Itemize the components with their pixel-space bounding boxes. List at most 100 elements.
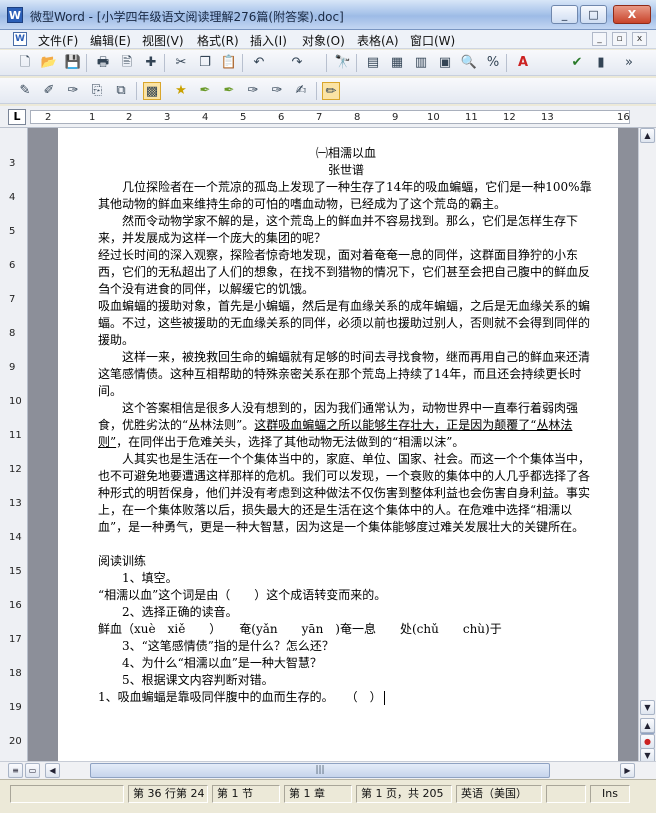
menu-window[interactable]: 窗口(W)	[410, 32, 455, 49]
chart-icon[interactable]: ▮	[592, 54, 610, 72]
paragraph-2: 然而令动物学家不解的是，这个荒岛上的鲜血并不容易找到。那么，它们是怎样生存下来，…	[98, 214, 579, 245]
spellcheck-icon[interactable]: ✔	[568, 54, 586, 72]
status-page: 第 1 页，共 205	[356, 785, 452, 803]
vruler-number: 4	[9, 192, 16, 203]
ruler-number: 8	[354, 112, 361, 123]
scroll-up-button[interactable]: ▲	[640, 128, 655, 143]
pen-5-icon[interactable]: ✍	[292, 82, 310, 100]
status-bar: 第 36 行第 24 第 1 节 第 1 章 第 1 页，共 205 英语（美国…	[0, 779, 656, 813]
new-document-icon[interactable]: 🗋	[16, 54, 34, 72]
ruler-strip[interactable]: 2 1 2 3 4 5 6 7 8 9 10 11 12 13 16	[30, 110, 630, 124]
vruler-number: 20	[9, 736, 22, 747]
vruler-number: 12	[9, 464, 22, 475]
question-3: 3、“这笔感情债”指的是什么？怎么还？	[122, 639, 334, 653]
open-folder-icon[interactable]: 📂	[40, 54, 58, 72]
redo-icon[interactable]: ↷	[288, 54, 306, 72]
close-button[interactable]: X	[613, 5, 651, 24]
copy-icon[interactable]: ❐	[196, 54, 214, 72]
toolbar-separator	[316, 82, 317, 100]
vertical-scrollbar[interactable]: ▲ ▼ ▲ ● ▼	[638, 128, 656, 763]
paste-icon[interactable]: 📋	[220, 54, 238, 72]
page-setup-icon[interactable]: ▤	[364, 54, 382, 72]
horizontal-scroll-thumb[interactable]: |||	[90, 763, 550, 778]
zoom-icon[interactable]: 🔍	[460, 54, 478, 72]
frame-icon[interactable]: ▣	[436, 54, 454, 72]
vruler-number: 7	[9, 294, 16, 305]
menu-format[interactable]: 格式(R)	[197, 32, 239, 49]
window-title: 微型Word - [小学四年级语文阅读理解276篇(附答案).doc]	[30, 10, 344, 24]
pen-mark-icon[interactable]: ✒	[196, 82, 214, 100]
document-icon[interactable]: W	[13, 32, 27, 46]
find-icon[interactable]: 🔭	[334, 54, 352, 72]
print-icon[interactable]: 🖶	[94, 54, 112, 72]
pen-3-icon[interactable]: ✑	[244, 82, 262, 100]
question-1: 1、填空。	[122, 571, 178, 585]
article-heading: ㈠相濡以血	[315, 146, 376, 160]
browse-object-icon[interactable]: ●	[640, 734, 655, 749]
more-icon[interactable]: »	[620, 54, 638, 72]
document-page[interactable]: ㈠相濡以血 张世谱 几位探险者在一个荒凉的孤岛上发现了一种生存了14年的吸血蝙蝠…	[58, 128, 618, 761]
menu-object[interactable]: 对象(O)	[302, 32, 345, 49]
menu-insert[interactable]: 插入(I)	[250, 32, 287, 49]
toolbar-separator	[136, 82, 137, 100]
tab-selector[interactable]: L	[8, 109, 26, 125]
pen-4-icon[interactable]: ✑	[268, 82, 286, 100]
scroll-down-button[interactable]: ▼	[640, 700, 655, 715]
highlight-note-icon[interactable]: ⧉	[112, 82, 130, 100]
toolbar-separator-2	[540, 54, 558, 72]
page-view-icon[interactable]: ▭	[25, 763, 40, 778]
comment-mode-icon[interactable]: ▩	[143, 82, 161, 100]
export-pdf-icon[interactable]: ✚	[142, 54, 160, 72]
save-icon[interactable]: 💾	[64, 54, 82, 72]
toolbar-separator	[356, 54, 357, 72]
horizontal-ruler[interactable]: L 2 1 2 3 4 5 6 7 8 9 10 11 12 13 16	[0, 106, 656, 128]
menu-file[interactable]: 文件(F)	[38, 32, 78, 49]
note-list-icon[interactable]: ⎘	[88, 82, 106, 100]
scroll-right-button[interactable]: ▶	[620, 763, 635, 778]
columns-icon[interactable]: ▥	[412, 54, 430, 72]
table-icon[interactable]: ▦	[388, 54, 406, 72]
comment-icon[interactable]: ✏	[322, 82, 340, 100]
vertical-ruler[interactable]: 3 4 5 6 7 8 9 10 11 12 13 14 15 16 17 18…	[0, 128, 28, 761]
paragraph-1: 几位探险者在一个荒凉的孤岛上发现了一种生存了14年的吸血蝙蝠，它们是一种100%…	[98, 180, 592, 211]
doc-restore-button[interactable]: ▫	[612, 32, 627, 46]
status-empty	[10, 785, 124, 803]
word-app-icon[interactable]: W	[7, 7, 23, 23]
delete-note-icon[interactable]: ✑	[64, 82, 82, 100]
document-text[interactable]: ㈠相濡以血 张世谱 几位探险者在一个荒凉的孤岛上发现了一种生存了14年的吸血蝙蝠…	[98, 145, 594, 706]
horizontal-scrollbar[interactable]: ≡ ▭ ◀ ||| ▶	[0, 761, 656, 779]
minimize-button[interactable]: _	[551, 5, 578, 24]
print-preview-icon[interactable]: 🖹	[118, 54, 136, 72]
status-section: 第 1 节	[212, 785, 280, 803]
review-toolbar: ✎ ✐ ✑ ⎘ ⧉ ▩ ★ ✒ ✒ ✑ ✑ ✍ ✏	[0, 78, 656, 104]
paragraph-5: 这样一来，被挽救回生命的蝙蝠就有足够的时间去寻找食物，继而再用自己的鲜血来还清这…	[98, 350, 591, 398]
toolbar-separator	[242, 54, 243, 72]
font-icon[interactable]: A	[514, 54, 532, 72]
doc-close-button[interactable]: x	[632, 32, 647, 46]
menu-view[interactable]: 视图(V)	[142, 32, 184, 49]
toolbar-separator	[506, 54, 507, 72]
scroll-left-button[interactable]: ◀	[45, 763, 60, 778]
status-language[interactable]: 英语（美国）	[456, 785, 542, 803]
percent-icon[interactable]: %	[484, 54, 502, 72]
undo-icon[interactable]: ↶	[250, 54, 268, 72]
toolbar-separator	[164, 54, 165, 72]
cut-icon[interactable]: ✂	[172, 54, 190, 72]
previous-page-icon[interactable]: ▲	[640, 718, 655, 733]
ruler-number: 9	[392, 112, 399, 123]
ruler-number: 2	[45, 112, 52, 123]
doc-minimize-button[interactable]: _	[592, 32, 607, 46]
edit-note-icon[interactable]: ✐	[40, 82, 58, 100]
star-mark-icon[interactable]: ★	[172, 82, 190, 100]
status-position: 第 36 行第 24	[128, 785, 208, 803]
menu-table[interactable]: 表格(A)	[357, 32, 399, 49]
menu-edit[interactable]: 编辑(E)	[90, 32, 131, 49]
status-insert-mode[interactable]: Ins	[590, 785, 630, 803]
text-cursor	[383, 690, 385, 705]
normal-view-icon[interactable]: ≡	[8, 763, 23, 778]
document-area[interactable]: ㈠相濡以血 张世谱 几位探险者在一个荒凉的孤岛上发现了一种生存了14年的吸血蝙蝠…	[28, 128, 638, 761]
maximize-button[interactable]: □	[580, 5, 607, 24]
pen-2-icon[interactable]: ✒	[220, 82, 238, 100]
insert-object-icon[interactable]: ✎	[16, 82, 34, 100]
